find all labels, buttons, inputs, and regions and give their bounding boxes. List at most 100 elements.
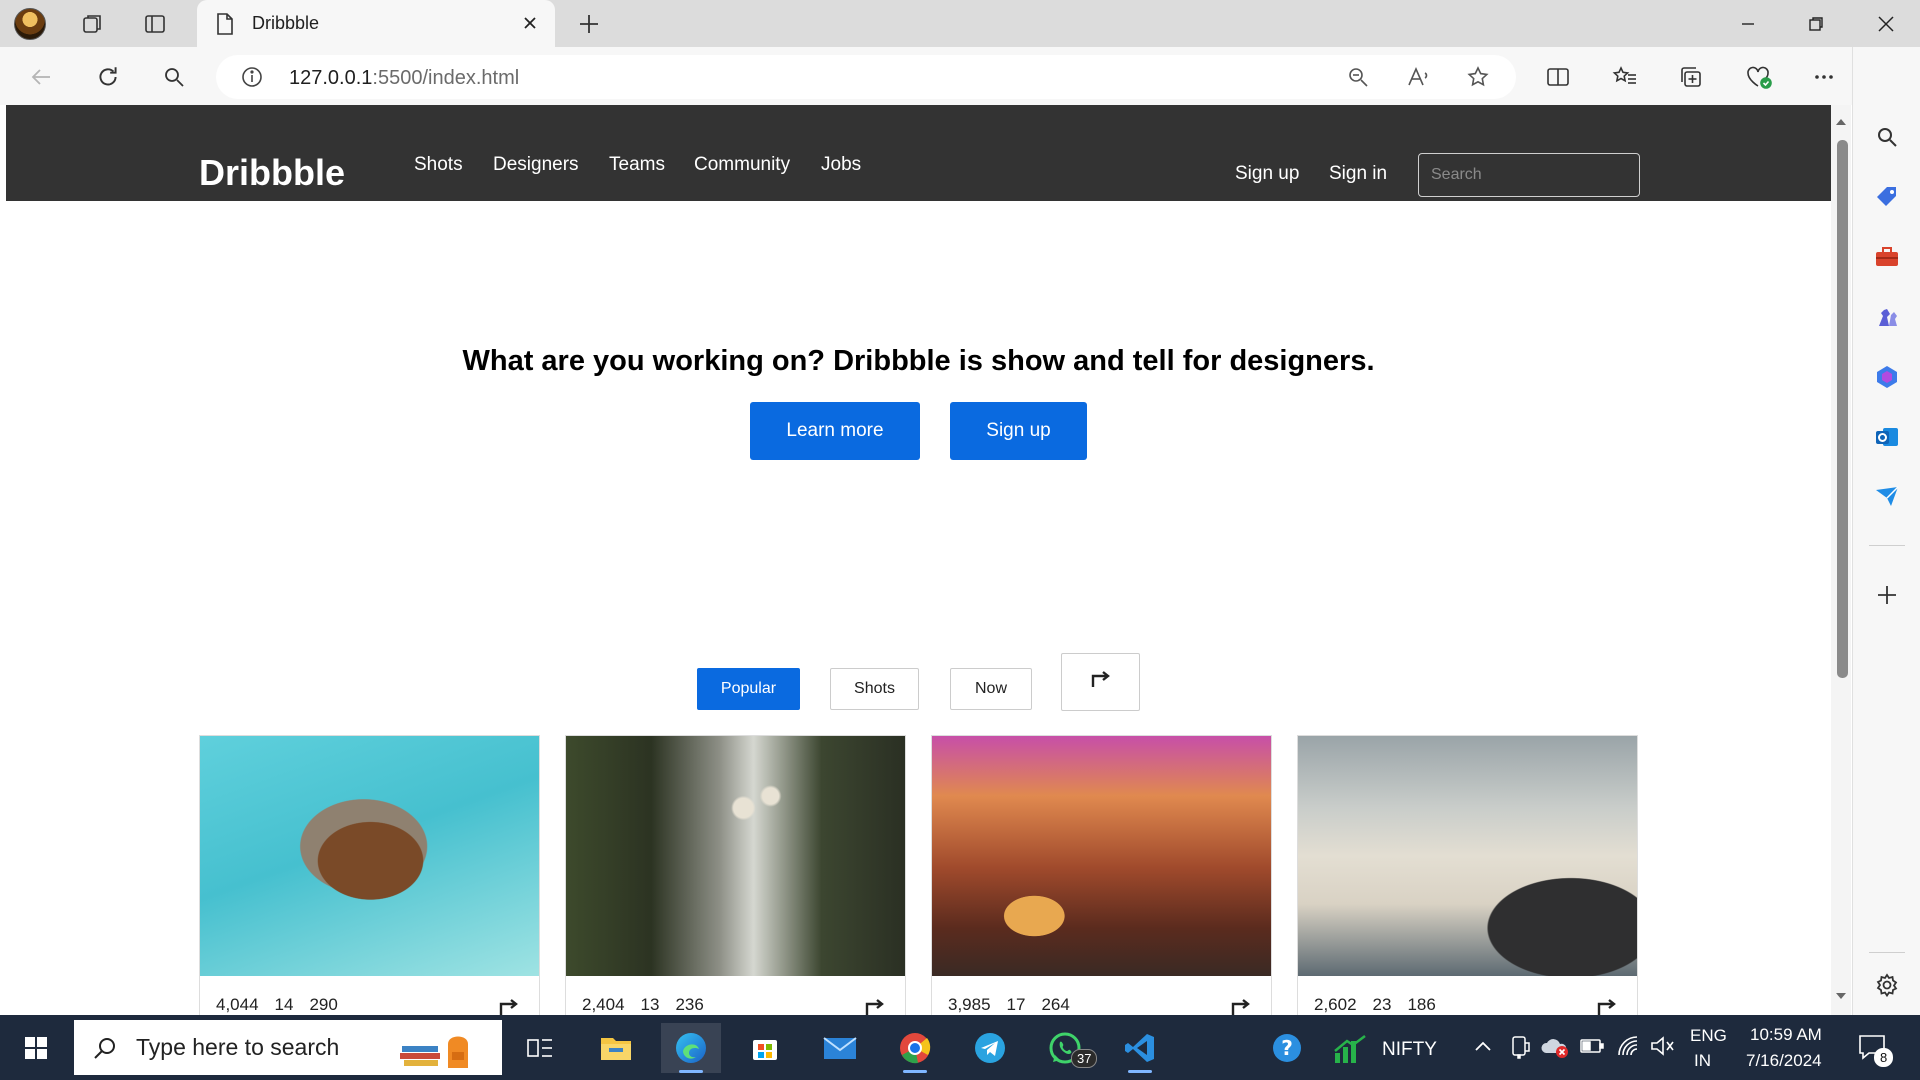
share-icon[interactable] [1229, 997, 1253, 1015]
back-icon[interactable] [22, 57, 62, 97]
close-window-icon[interactable] [1852, 0, 1920, 47]
shopping-tag-icon[interactable] [1869, 179, 1905, 215]
show-hidden-icons-chevron-icon[interactable] [1474, 1039, 1492, 1058]
shot-card[interactable]: 2,404 13 236 [565, 735, 906, 1015]
outlook-icon[interactable] [1869, 419, 1905, 455]
new-tab-icon[interactable] [570, 6, 608, 42]
more-options-icon[interactable] [1804, 57, 1844, 97]
filter-options-button[interactable] [1061, 653, 1140, 711]
shot-stats: 3,985 17 264 [948, 995, 1070, 1014]
hero-sign-up-button[interactable]: Sign up [950, 402, 1087, 460]
browser-toolbar: 127.0.0.1:5500/index.html [0, 47, 1920, 105]
shot-card[interactable]: 4,044 14 290 [199, 735, 540, 1015]
running-indicator [903, 1070, 927, 1073]
sidebar-settings-icon[interactable] [1869, 967, 1905, 1003]
tools-briefcase-icon[interactable] [1869, 239, 1905, 275]
scroll-down-icon[interactable] [1833, 989, 1849, 1003]
nav-designers[interactable]: Designers [493, 154, 579, 176]
shot-card[interactable]: 2,602 23 186 [1297, 735, 1638, 1015]
collections-icon[interactable] [1672, 57, 1712, 97]
filter-popular-button[interactable]: Popular [697, 668, 800, 710]
add-sidebar-app-icon[interactable] [1869, 577, 1905, 613]
tab-title: Dribbble [252, 13, 320, 33]
taskbar-search-box[interactable]: Type here to search [74, 1020, 502, 1075]
shot-card[interactable]: 3,985 17 264 [931, 735, 1272, 1015]
learn-more-button[interactable]: Learn more [750, 402, 920, 460]
shot-thumbnail[interactable] [566, 736, 905, 976]
task-view-icon[interactable] [510, 1023, 570, 1073]
edge-taskbar-icon[interactable] [661, 1023, 721, 1073]
meet-now-icon[interactable] [1510, 1035, 1532, 1064]
read-aloud-icon[interactable] [1401, 59, 1437, 95]
language-region[interactable]: IN [1694, 1051, 1711, 1071]
split-screen-icon[interactable] [1538, 57, 1578, 97]
filter-shots-button[interactable]: Shots [830, 668, 919, 710]
active-indicator [679, 1070, 703, 1073]
volume-muted-icon[interactable] [1650, 1035, 1676, 1062]
header-sign-up-link[interactable]: Sign up [1235, 163, 1299, 185]
language-code[interactable]: ENG [1690, 1026, 1727, 1046]
sidebar-divider [1869, 952, 1905, 953]
favorite-star-icon[interactable] [1460, 59, 1496, 95]
mail-icon[interactable] [810, 1023, 870, 1073]
url-text: 127.0.0.1:5500/index.html [289, 67, 520, 89]
site-info-icon[interactable] [240, 65, 264, 94]
vscode-icon[interactable] [1110, 1023, 1170, 1073]
windows-start-icon[interactable] [6, 1023, 66, 1073]
filter-now-button[interactable]: Now [950, 668, 1032, 710]
site-search-input[interactable] [1418, 153, 1640, 197]
nav-jobs[interactable]: Jobs [821, 154, 861, 176]
onedrive-error-icon[interactable] [1540, 1035, 1570, 1064]
browser-essentials-icon[interactable] [1739, 57, 1779, 97]
taskbar-search-icon [92, 1035, 118, 1061]
favorites-icon[interactable] [1605, 57, 1645, 97]
shot-stats: 2,602 23 186 [1314, 995, 1436, 1014]
restore-icon[interactable] [1782, 0, 1850, 47]
header-sign-in-link[interactable]: Sign in [1329, 163, 1387, 185]
refresh-icon[interactable] [88, 57, 128, 97]
address-bar[interactable]: 127.0.0.1:5500/index.html [216, 55, 1516, 99]
minimize-icon[interactable] [1714, 0, 1782, 47]
stock-chart-icon[interactable] [1333, 1035, 1367, 1070]
share-icon[interactable] [863, 997, 887, 1015]
shot-thumbnail[interactable] [932, 736, 1271, 976]
shot-thumbnail[interactable] [200, 736, 539, 976]
wifi-icon[interactable] [1616, 1035, 1640, 1062]
whatsapp-badge: 37 [1071, 1049, 1098, 1068]
clock-time[interactable]: 10:59 AM [1750, 1025, 1822, 1045]
scroll-up-icon[interactable] [1833, 115, 1849, 129]
nav-community[interactable]: Community [694, 154, 790, 176]
clock-date[interactable]: 7/16/2024 [1746, 1051, 1822, 1071]
file-explorer-icon[interactable] [586, 1023, 646, 1073]
search-highlight-icon [396, 1024, 488, 1077]
nav-teams[interactable]: Teams [609, 154, 665, 176]
shot-thumbnail[interactable] [1298, 736, 1637, 976]
nav-shots[interactable]: Shots [414, 154, 463, 176]
share-icon[interactable] [497, 997, 521, 1015]
profile-avatar[interactable] [14, 8, 46, 40]
stock-ticker-text[interactable]: NIFTY [1382, 1039, 1437, 1061]
browser-tab-strip: Dribbble [0, 0, 1920, 47]
games-icon[interactable] [1869, 299, 1905, 335]
shot-stats: 2,404 13 236 [582, 995, 704, 1014]
help-icon[interactable]: ? [1257, 1023, 1317, 1073]
running-indicator [1128, 1070, 1152, 1073]
microsoft-365-icon[interactable] [1869, 359, 1905, 395]
close-tab-icon[interactable] [517, 10, 543, 36]
zoom-out-icon[interactable] [1340, 59, 1376, 95]
search-icon[interactable] [154, 57, 194, 97]
vertical-tabs-icon[interactable] [137, 6, 173, 42]
chrome-icon[interactable] [885, 1023, 945, 1073]
telegram-icon[interactable] [960, 1023, 1020, 1073]
whatsapp-icon[interactable]: 37 [1035, 1023, 1098, 1073]
site-logo[interactable]: Dribbble [199, 152, 345, 194]
tab-dribbble[interactable]: Dribbble [197, 0, 555, 47]
share-icon[interactable] [1595, 997, 1619, 1015]
sidebar-search-icon[interactable] [1869, 119, 1905, 155]
scrollbar-thumb[interactable] [1837, 140, 1848, 678]
microsoft-store-icon[interactable] [735, 1023, 795, 1073]
battery-icon[interactable] [1580, 1037, 1604, 1060]
hero-title: What are you working on? Dribbble is sho… [462, 345, 1375, 377]
send-icon[interactable] [1869, 479, 1905, 515]
workspaces-icon[interactable] [74, 6, 110, 42]
